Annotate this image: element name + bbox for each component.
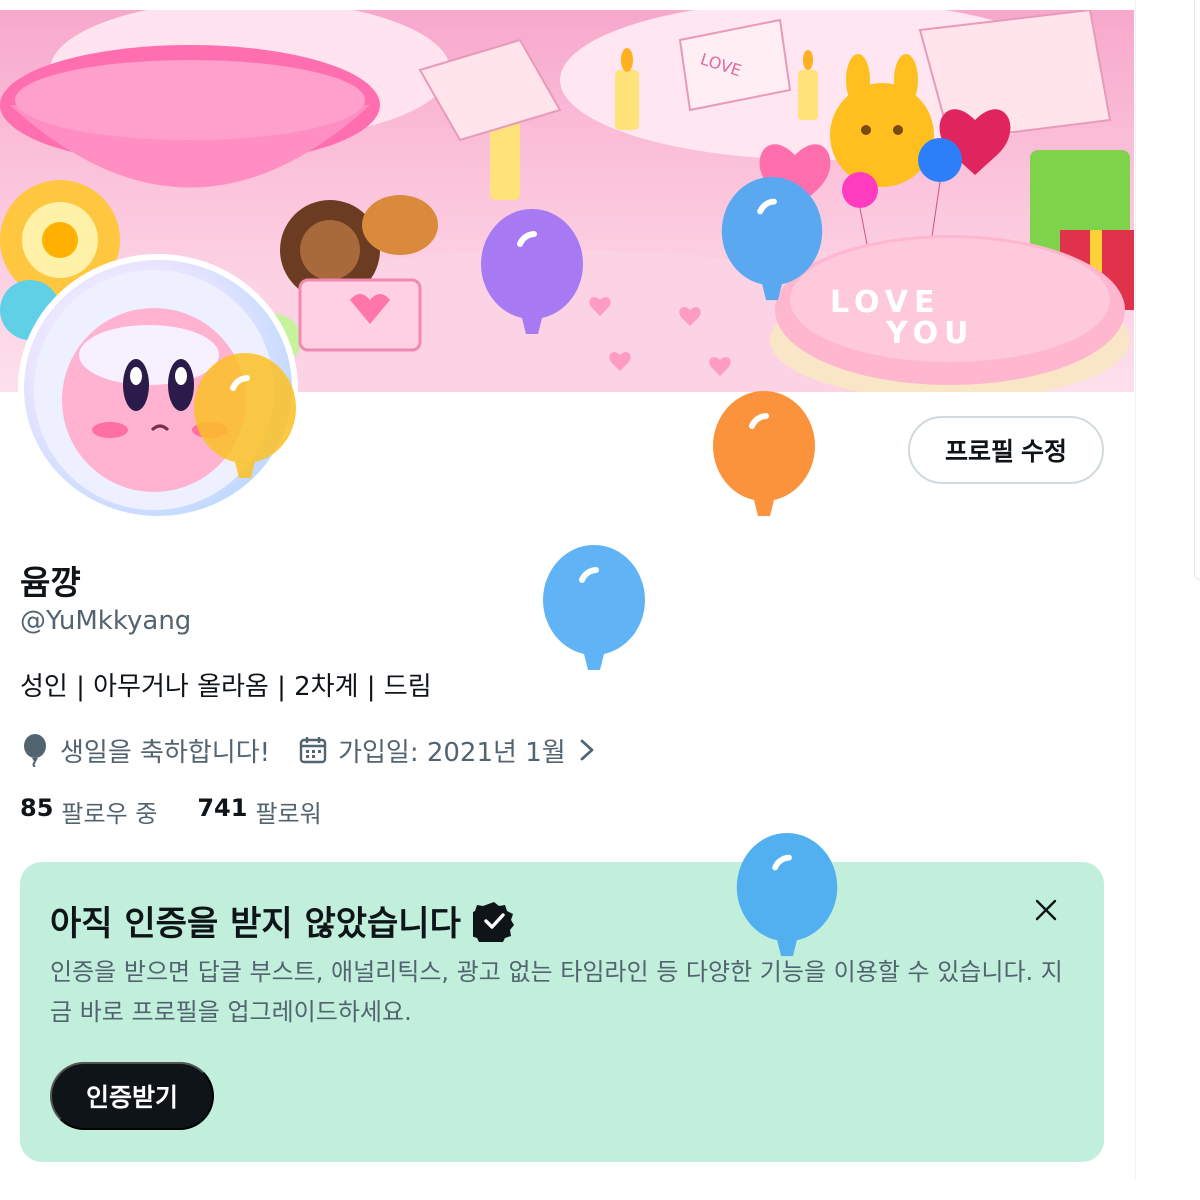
floating-balloon bbox=[194, 353, 296, 478]
birthday-text: 생일을 축하합니다! bbox=[60, 737, 271, 768]
birthday-item: 생일을 축하합니다! bbox=[20, 732, 270, 769]
balloon-icon bbox=[24, 734, 46, 767]
following-link[interactable]: 85 팔로우 중 bbox=[20, 794, 157, 829]
followers-label: 팔로워 bbox=[255, 800, 322, 828]
banner-love-sign: LOVE bbox=[830, 285, 940, 320]
rail-panel-edge bbox=[1194, 0, 1200, 580]
joined-item[interactable]: 가입일: 2021년 1월 bbox=[298, 732, 600, 769]
close-icon[interactable] bbox=[1028, 892, 1064, 928]
floating-balloon bbox=[543, 545, 645, 670]
user-handle: @YuMkkyang bbox=[20, 606, 192, 636]
following-count: 85 bbox=[20, 794, 54, 822]
display-name: 윰꺙 bbox=[20, 563, 81, 602]
profile-bio: 성인 | 아무거나 올라옴 | 2차계 | 드림 bbox=[20, 672, 432, 702]
verified-badge-icon bbox=[472, 901, 514, 942]
next-content-edge bbox=[0, 1180, 1136, 1200]
floating-balloon bbox=[721, 176, 823, 301]
joined-text: 가입일: 2021년 1월 bbox=[338, 737, 566, 768]
floating-balloon bbox=[736, 832, 838, 957]
calendar-icon bbox=[299, 737, 327, 764]
followers-count: 741 bbox=[197, 794, 248, 822]
floating-balloon bbox=[481, 209, 583, 334]
verification-description: 인증을 받으면 답글 부스트, 애널리틱스, 광고 없는 타임라인 등 다양한 … bbox=[50, 958, 1063, 1026]
right-rail bbox=[1136, 0, 1200, 1200]
banner-you-sign: YOU bbox=[885, 316, 975, 351]
profile-meta: 생일을 축하합니다! 가입일: 2021년 1월 bbox=[20, 730, 600, 770]
verification-card: 아직 인증을 받지 않았습니다 인증을 받으면 답글 부스트, 애널리틱스, 광… bbox=[20, 862, 1104, 1162]
chevron-right-icon[interactable] bbox=[574, 735, 600, 765]
followers-link[interactable]: 741 팔로워 bbox=[197, 794, 321, 829]
follow-stats: 85 팔로우 중 741 팔로워 bbox=[20, 794, 362, 829]
verification-title-row: 아직 인증을 받지 않았습니다 bbox=[50, 896, 515, 945]
following-label: 팔로우 중 bbox=[61, 800, 158, 828]
verification-title: 아직 인증을 받지 않았습니다 bbox=[50, 904, 461, 944]
floating-balloon bbox=[713, 391, 815, 516]
get-verified-button[interactable]: 인증받기 bbox=[50, 1062, 214, 1130]
edit-profile-button[interactable]: 프로필 수정 bbox=[908, 416, 1104, 484]
